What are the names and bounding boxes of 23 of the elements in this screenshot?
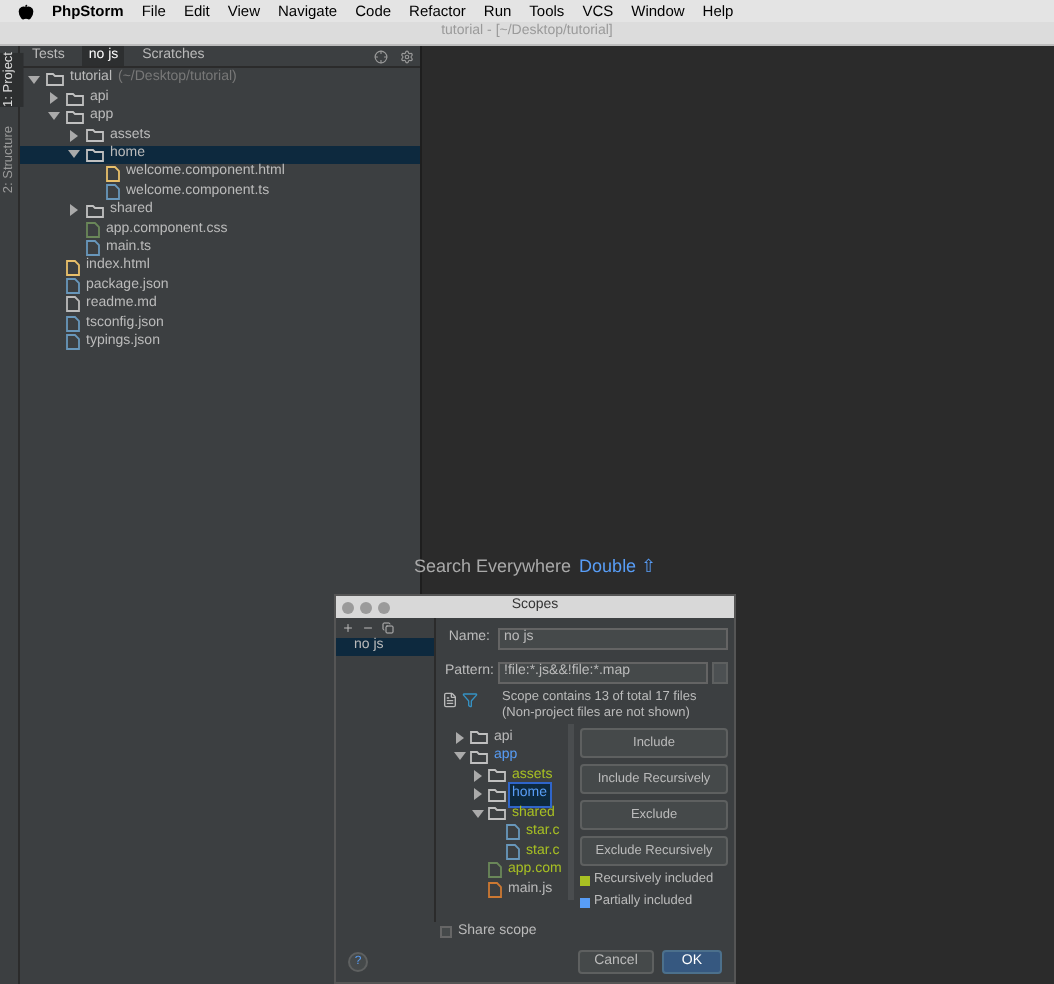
remove-icon[interactable] — [362, 622, 374, 634]
expanded-arrow-icon[interactable] — [68, 148, 80, 161]
locate-icon[interactable] — [374, 49, 388, 63]
collapsed-arrow-icon[interactable] — [472, 788, 484, 801]
editor-hint: Search Everywhere — [414, 554, 572, 580]
expanded-arrow-icon[interactable] — [472, 807, 484, 820]
collapsed-arrow-icon[interactable] — [68, 204, 80, 217]
expanded-arrow-icon[interactable] — [48, 110, 60, 123]
add-icon[interactable] — [342, 622, 354, 634]
collapsed-arrow-icon[interactable] — [472, 769, 484, 782]
apple-icon[interactable] — [18, 3, 34, 19]
settings-icon[interactable] — [400, 49, 414, 63]
folder-icon — [86, 203, 104, 218]
copy-icon[interactable] — [382, 622, 394, 634]
filter-icon[interactable] — [462, 692, 478, 708]
collapsed-arrow-icon[interactable] — [48, 92, 60, 105]
file-icon[interactable] — [442, 692, 458, 708]
shortcut-text: Double ⇧ — [579, 554, 658, 580]
collapsed-arrow-icon[interactable] — [454, 731, 466, 744]
expanded-arrow-icon[interactable] — [454, 750, 466, 763]
collapsed-arrow-icon[interactable] — [68, 129, 80, 142]
share-scope-checkbox[interactable] — [440, 926, 452, 938]
expanded-arrow-icon[interactable] — [28, 73, 40, 86]
